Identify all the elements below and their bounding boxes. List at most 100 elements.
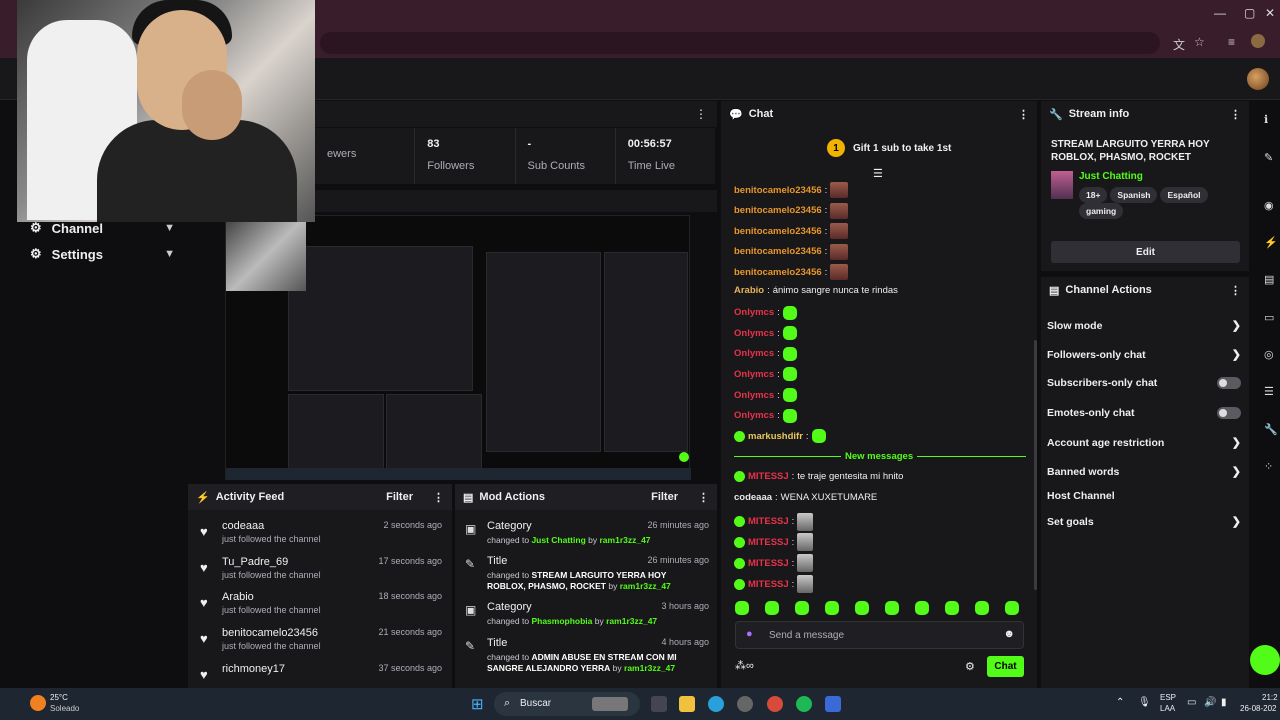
spotify-icon[interactable] <box>796 696 812 712</box>
emote-icon[interactable] <box>825 601 839 615</box>
app-icon[interactable] <box>737 696 753 712</box>
document-icon: ▤ <box>463 491 474 504</box>
emote-icon[interactable] <box>795 601 809 615</box>
tag: gaming <box>1079 203 1124 219</box>
chat-icon[interactable]: ▭ <box>1264 311 1274 324</box>
app-icon[interactable] <box>825 696 841 712</box>
chat-username[interactable]: benitocamelo23456 <box>734 267 822 278</box>
bolt-icon[interactable]: ⚡ <box>1264 236 1278 249</box>
channel-icon: ⚙ <box>30 220 42 235</box>
emote-icon[interactable] <box>1005 601 1019 615</box>
emote-icon[interactable] <box>765 601 779 615</box>
stream-preview[interactable] <box>225 215 691 480</box>
chat-username[interactable]: markushdifr <box>748 431 803 442</box>
gear-icon[interactable]: ⚙ <box>965 660 975 673</box>
camera-icon[interactable]: ◉ <box>1264 199 1274 212</box>
kebab-icon[interactable]: ⋮ <box>695 107 707 121</box>
chat-send-button[interactable]: Chat <box>987 656 1024 677</box>
activity-filter-button[interactable]: Filter <box>386 491 413 503</box>
kebab-icon[interactable]: ⋮ <box>698 491 709 504</box>
profile-icon[interactable] <box>1251 34 1265 48</box>
chat-scrollbar[interactable] <box>1034 340 1037 590</box>
preview-mod-panel <box>386 394 482 469</box>
edge-icon[interactable] <box>708 696 724 712</box>
emote-icon[interactable] <box>945 601 959 615</box>
chat-username[interactable]: Onlymcs <box>734 390 774 401</box>
subscribers-only-toggle[interactable] <box>1217 377 1241 389</box>
chevron-up-icon[interactable]: ⌃ <box>1116 697 1124 708</box>
pinned-icon[interactable]: ☰ <box>873 167 883 180</box>
chat-username[interactable]: MITESSJ <box>748 516 789 527</box>
chat-input[interactable]: ● Send a message ☻ <box>735 621 1024 649</box>
taskbar-search[interactable]: ⌕ Buscar <box>494 692 640 716</box>
microphone-icon[interactable]: ● <box>746 628 753 640</box>
minimize-icon[interactable]: — <box>1214 6 1226 20</box>
action-set-goals[interactable]: Set goals ❯ <box>1047 515 1241 529</box>
battery-icon[interactable]: ▮ <box>1221 697 1227 708</box>
action-host-channel[interactable]: Host Channel <box>1047 490 1241 502</box>
menu-icon[interactable]: ≡ <box>1228 35 1235 49</box>
kebab-icon[interactable]: ⋮ <box>1230 108 1241 121</box>
chat-username[interactable]: Onlymcs <box>734 369 774 380</box>
chat-username[interactable]: benitocamelo23456 <box>734 246 822 257</box>
close-icon[interactable]: ✕ <box>1265 6 1275 20</box>
chat-username[interactable]: Onlymcs <box>734 348 774 359</box>
pencil-icon[interactable]: ✎ <box>1264 151 1273 164</box>
chat-username[interactable]: MITESSJ <box>748 579 789 590</box>
emoji-icon[interactable]: ☻ <box>1003 628 1015 640</box>
emotes-only-toggle[interactable] <box>1217 407 1241 419</box>
maximize-icon[interactable]: ▢ <box>1244 6 1255 20</box>
emote-icon[interactable] <box>975 601 989 615</box>
kebab-icon[interactable]: ⋮ <box>433 491 444 504</box>
document-icon[interactable]: ▤ <box>1264 273 1274 286</box>
chat-username[interactable]: benitocamelo23456 <box>734 205 822 216</box>
chat-username[interactable]: MITESSJ <box>748 537 789 548</box>
category-link[interactable]: Just Chatting <box>1079 171 1143 182</box>
support-fab-button[interactable] <box>1250 645 1280 675</box>
chat-username[interactable]: benitocamelo23456 <box>734 185 822 196</box>
chat-username[interactable]: MITESSJ <box>748 471 789 482</box>
info-icon[interactable]: ℹ <box>1264 113 1268 126</box>
file-explorer-icon[interactable] <box>679 696 695 712</box>
sidebar-item-settings[interactable]: ⚙ Settings ▼ <box>30 246 175 262</box>
chat-username[interactable]: Onlymcs <box>734 328 774 339</box>
gear-icon: ⚙ <box>30 246 42 261</box>
heart-icon: ♥ <box>200 595 208 610</box>
emote-icon[interactable] <box>915 601 929 615</box>
microphone-icon[interactable]: 🎙 <box>1138 697 1151 708</box>
wrench-icon[interactable]: 🔧 <box>1264 423 1278 436</box>
chrome-icon[interactable] <box>767 696 783 712</box>
action-banned-words[interactable]: Banned words ❯ <box>1047 465 1241 479</box>
layout-icon[interactable]: ☰ <box>1264 385 1274 398</box>
chat-username[interactable]: codeaaa <box>734 492 772 503</box>
weather-icon[interactable] <box>30 695 46 711</box>
translate-icon[interactable]: 文 <box>1173 36 1185 53</box>
emote-icon[interactable] <box>885 601 899 615</box>
action-followers-only[interactable]: Followers-only chat ❯ <box>1047 348 1241 362</box>
start-icon[interactable]: ⊞ <box>471 695 484 713</box>
chat-username[interactable]: Arabio <box>734 285 764 296</box>
address-bar[interactable] <box>320 32 1160 54</box>
mod-filter-button[interactable]: Filter <box>651 491 678 503</box>
emote-icon[interactable] <box>855 601 869 615</box>
volume-icon[interactable]: 🔊 <box>1204 697 1216 708</box>
chat-username[interactable]: MITESSJ <box>748 558 789 569</box>
chat-username[interactable]: Onlymcs <box>734 307 774 318</box>
emote-icon[interactable] <box>735 601 749 615</box>
chat-username[interactable]: benitocamelo23456 <box>734 226 822 237</box>
kebab-icon[interactable]: ⋮ <box>1230 284 1241 297</box>
star-icon[interactable]: ☆ <box>1194 35 1205 49</box>
action-account-age[interactable]: Account age restriction ❯ <box>1047 436 1241 450</box>
avatar[interactable] <box>1247 68 1269 90</box>
infinity-icon[interactable]: ⁂∞ <box>735 659 754 672</box>
edit-button[interactable]: Edit <box>1051 241 1240 263</box>
sidebar-item-channel[interactable]: ⚙ Channel ▼ <box>30 220 175 236</box>
apps-icon[interactable]: ⁘ <box>1264 460 1273 473</box>
gift-sub-banner[interactable]: 1 Gift 1 sub to take 1st <box>827 139 951 157</box>
network-icon[interactable]: ▭ <box>1187 697 1196 708</box>
chat-username[interactable]: Onlymcs <box>734 410 774 421</box>
broadcast-icon[interactable]: ◎ <box>1264 348 1274 361</box>
task-view-icon[interactable] <box>651 696 667 712</box>
kebab-icon[interactable]: ⋮ <box>1018 108 1029 121</box>
action-slow-mode[interactable]: Slow mode ❯ <box>1047 319 1241 333</box>
